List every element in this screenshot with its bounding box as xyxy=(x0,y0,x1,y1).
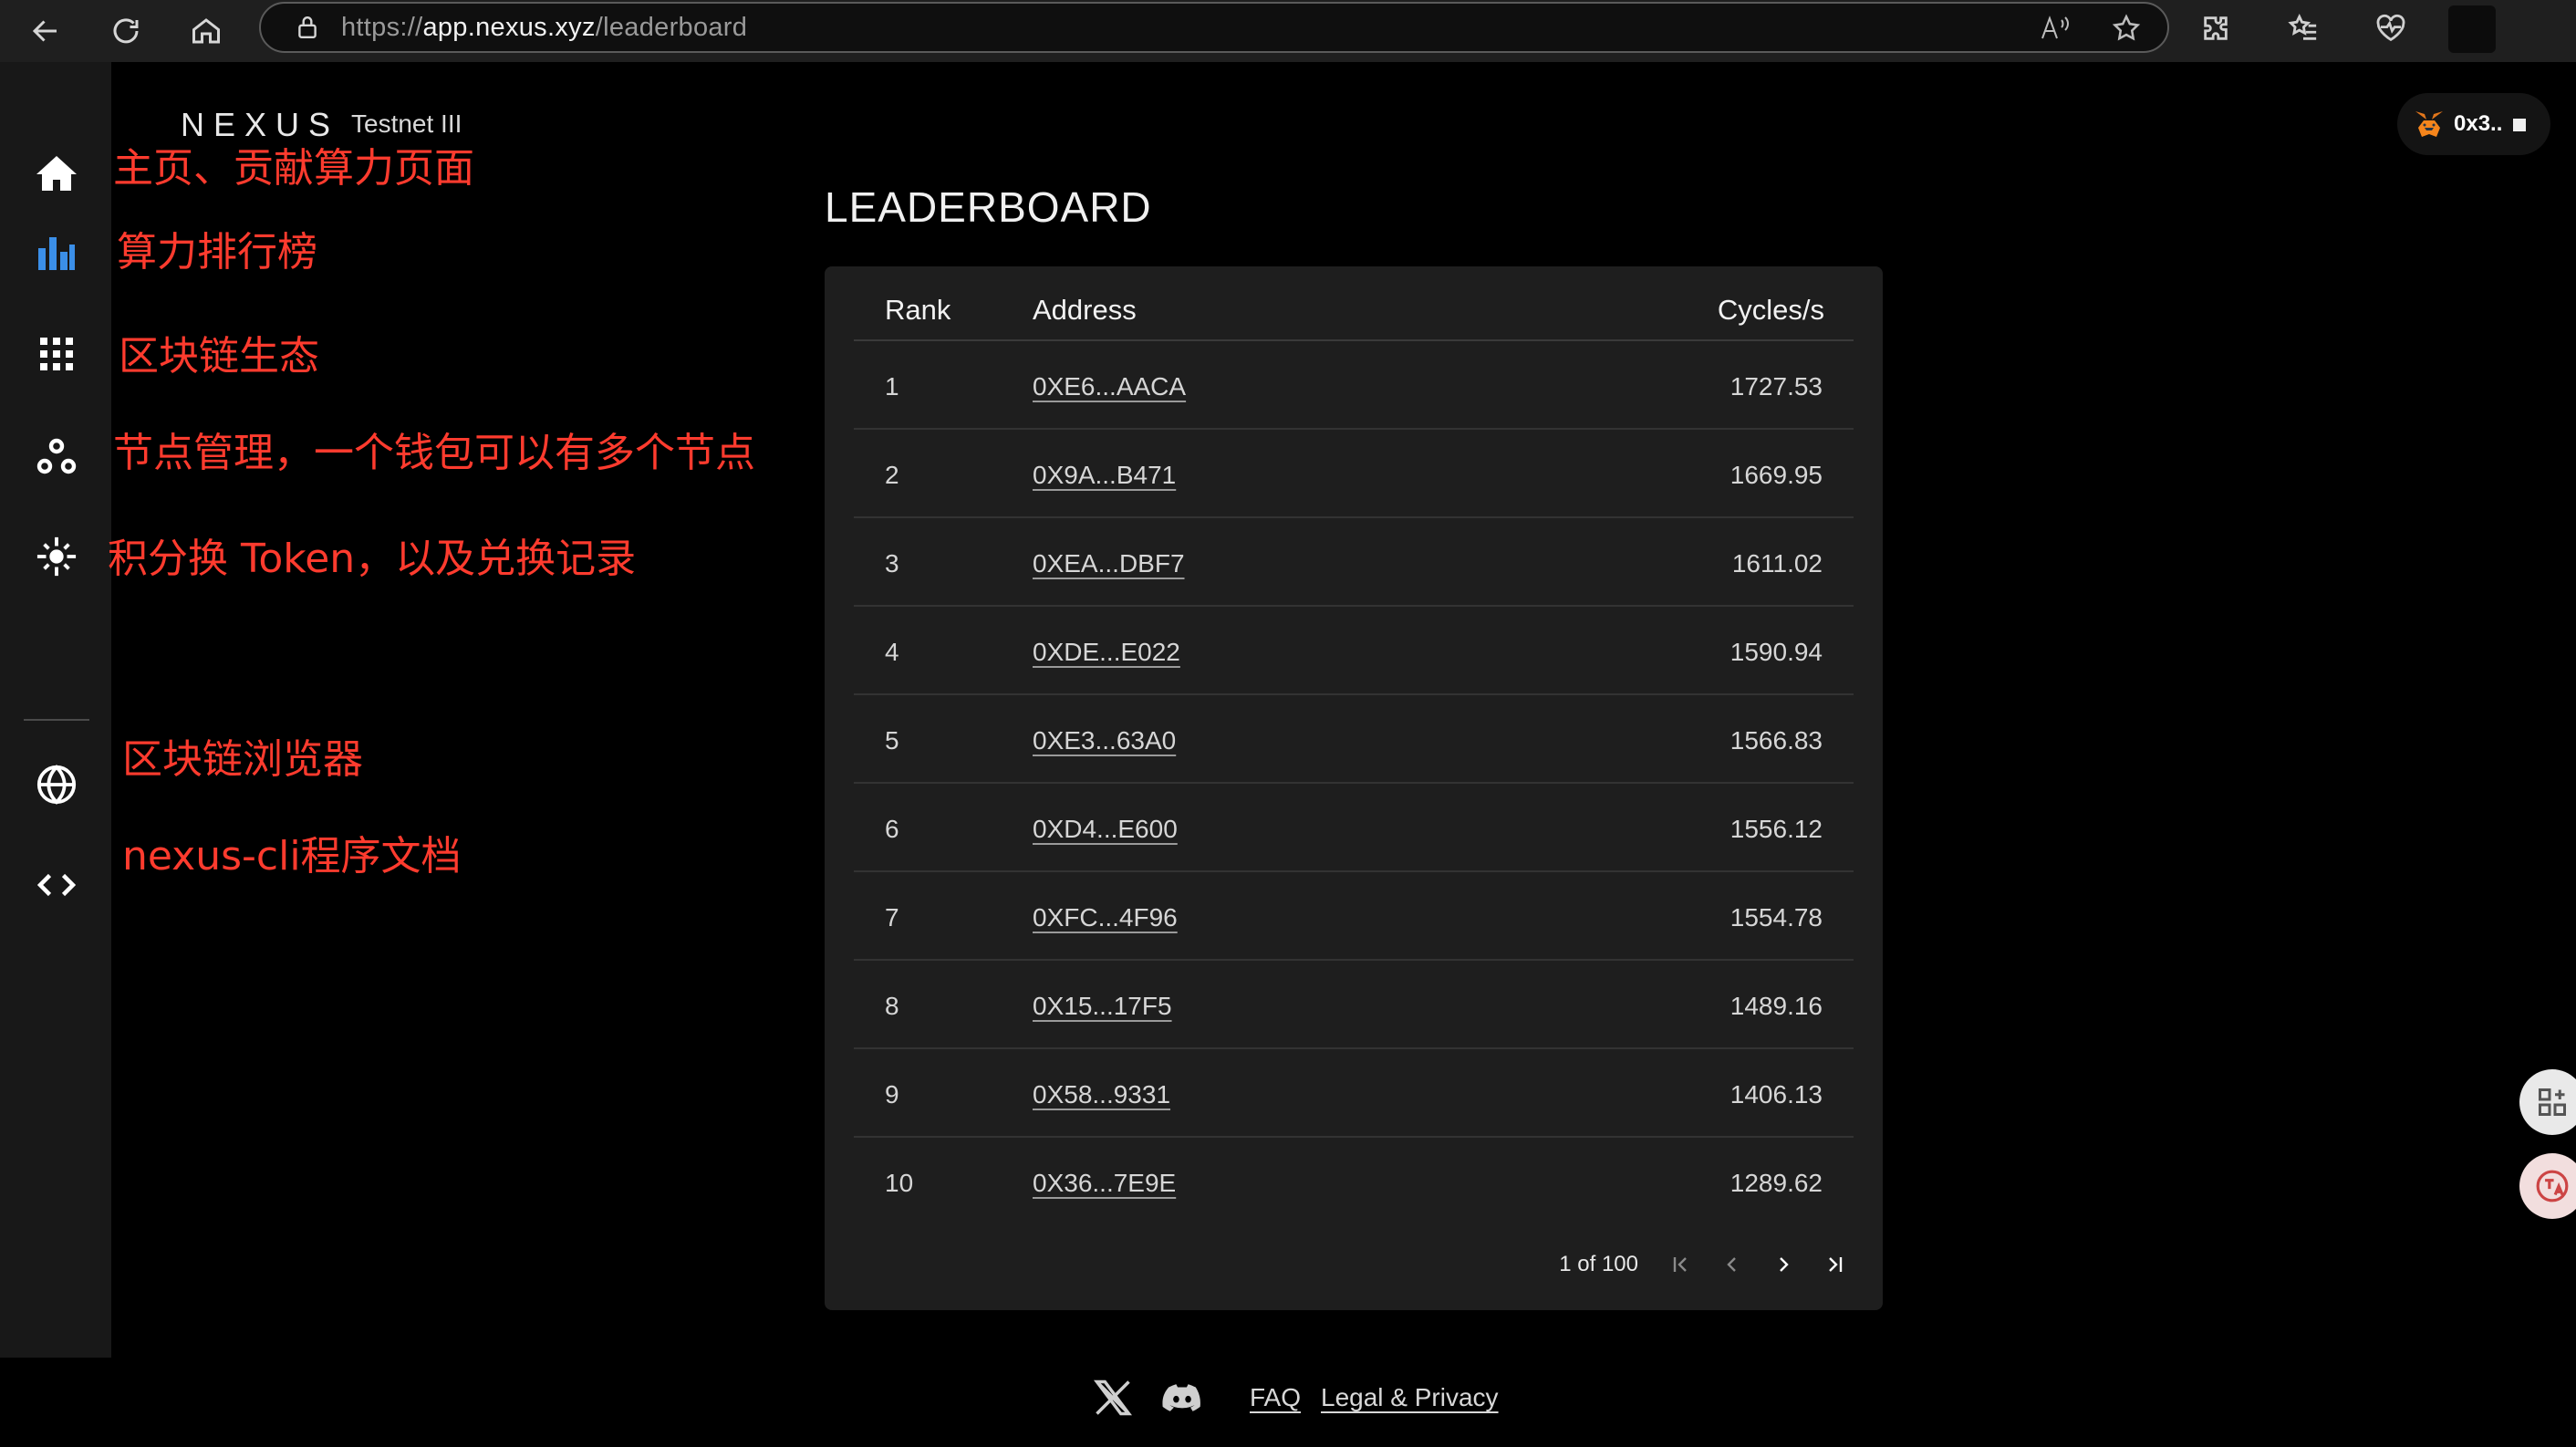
extensions-puzzle-icon[interactable] xyxy=(2198,11,2233,46)
footer: FAQ Legal & Privacy xyxy=(1091,1376,1499,1420)
row-rank: 1 xyxy=(885,372,899,401)
row-cycles: 1566.83 xyxy=(1729,726,1823,755)
brand-logo[interactable]: NEXUS xyxy=(181,106,339,144)
table-row: 1 0XE6...AACA 1727.53 xyxy=(854,341,1854,430)
row-rank: 10 xyxy=(885,1169,914,1197)
row-rank: 2 xyxy=(885,461,899,489)
table-row: 4 0XDE...E022 1590.94 xyxy=(854,607,1854,695)
table-row: 8 0X15...17F5 1489.16 xyxy=(854,961,1854,1049)
page-title: LEADERBOARD xyxy=(825,183,1152,231)
favorite-star-icon[interactable] xyxy=(2109,11,2144,46)
annotation-nodes: 节点管理，一个钱包可以有多个节点 xyxy=(113,430,755,476)
annotation-explorer: 区块链浏览器 xyxy=(122,736,363,783)
row-address-link[interactable]: 0XDE...E022 xyxy=(1033,638,1180,667)
pagination-text: 1 of 100 xyxy=(1559,1252,1638,1276)
row-cycles: 1489.16 xyxy=(1729,992,1823,1020)
row-rank: 8 xyxy=(885,992,899,1020)
table-row: 9 0X58...9331 1406.13 xyxy=(854,1049,1854,1138)
table-row: 10 0X36...7E9E 1289.62 xyxy=(854,1138,1854,1226)
legal-privacy-link[interactable]: Legal & Privacy xyxy=(1321,1383,1499,1412)
last-page-icon[interactable] xyxy=(1823,1253,1846,1276)
table-row: 2 0X9A...B471 1669.95 xyxy=(854,430,1854,518)
leaderboard-bar-chart-icon[interactable] xyxy=(29,224,84,279)
table-row: 6 0XD4...E600 1556.12 xyxy=(854,784,1854,872)
row-address-link[interactable]: 0XEA...DBF7 xyxy=(1033,549,1185,578)
table-row: 3 0XEA...DBF7 1611.02 xyxy=(854,518,1854,607)
sidebar xyxy=(0,62,111,1358)
faq-link[interactable]: FAQ xyxy=(1250,1383,1301,1412)
code-brackets-icon[interactable] xyxy=(29,858,84,912)
prev-page-icon[interactable] xyxy=(1720,1253,1744,1276)
col-address-header: Address xyxy=(1033,294,1137,326)
row-cycles: 1289.62 xyxy=(1729,1169,1823,1197)
row-cycles: 1611.02 xyxy=(1731,549,1823,578)
table-row: 5 0XE3...63A0 1566.83 xyxy=(854,695,1854,784)
annotation-ecosystem: 区块链生态 xyxy=(119,333,319,380)
translate-icon[interactable] xyxy=(2519,1153,2576,1219)
table-row: 7 0XFC...4F96 1554.78 xyxy=(854,872,1854,961)
home-browser-icon[interactable] xyxy=(184,9,228,53)
pagination: 1 of 100 xyxy=(1559,1252,1846,1277)
wallet-address: 0x3.. xyxy=(2454,111,2503,136)
wallet-button[interactable]: 0x3.. xyxy=(2397,93,2550,155)
row-address-link[interactable]: 0XE6...AACA xyxy=(1033,372,1186,401)
row-address-link[interactable]: 0XFC...4F96 xyxy=(1033,903,1178,932)
table-header: Rank Address Cycles/s xyxy=(854,266,1854,341)
x-twitter-icon[interactable] xyxy=(1091,1376,1135,1420)
row-address-link[interactable]: 0XD4...E600 xyxy=(1033,815,1178,844)
home-icon[interactable] xyxy=(29,146,84,201)
brand-subtitle: Testnet III xyxy=(351,109,462,138)
first-page-icon[interactable] xyxy=(1669,1253,1693,1276)
row-rank: 3 xyxy=(885,549,899,578)
row-cycles: 1406.13 xyxy=(1729,1080,1823,1109)
url-domain: app.nexus.xyz xyxy=(422,12,596,42)
favorites-list-icon[interactable] xyxy=(2286,11,2321,46)
url-path: /leaderboard xyxy=(595,12,748,42)
url-text[interactable]: https://app.nexus.xyz/leaderboard xyxy=(341,13,747,43)
nodes-icon[interactable] xyxy=(29,430,84,484)
read-aloud-icon[interactable] xyxy=(2038,11,2072,46)
back-arrow-icon[interactable] xyxy=(24,9,68,53)
url-prefix: https:// xyxy=(341,12,423,42)
annotation-docs: nexus-cli程序文档 xyxy=(122,833,462,880)
sidebar-divider xyxy=(24,719,89,721)
row-rank: 6 xyxy=(885,815,899,843)
rewards-sparkle-icon[interactable] xyxy=(29,529,84,584)
profile-avatar[interactable] xyxy=(2448,5,2496,53)
row-address-link[interactable]: 0X15...17F5 xyxy=(1033,992,1172,1021)
row-rank: 5 xyxy=(885,726,899,755)
discord-icon[interactable] xyxy=(1160,1376,1204,1420)
browser-essentials-heart-icon[interactable] xyxy=(2373,11,2408,46)
row-cycles: 1590.94 xyxy=(1729,638,1823,666)
next-page-icon[interactable] xyxy=(1771,1253,1795,1276)
row-rank: 9 xyxy=(885,1080,899,1109)
refresh-icon[interactable] xyxy=(104,9,148,53)
row-rank: 4 xyxy=(885,638,899,666)
row-cycles: 1669.95 xyxy=(1729,461,1823,489)
annotation-leaderboard: 算力排行榜 xyxy=(117,229,317,276)
globe-icon[interactable] xyxy=(29,757,84,812)
address-bar[interactable]: https://app.nexus.xyz/leaderboard xyxy=(259,2,2169,53)
metamask-fox-icon xyxy=(2415,111,2443,137)
row-cycles: 1554.78 xyxy=(1729,903,1823,932)
leaderboard-table: Rank Address Cycles/s 1 0XE6...AACA 1727.5… xyxy=(854,266,1854,1226)
lock-icon[interactable] xyxy=(294,14,321,41)
row-address-link[interactable]: 0XE3...63A0 xyxy=(1033,726,1176,755)
col-cycles-header: Cycles/s xyxy=(1717,294,1824,326)
wallet-status-icon xyxy=(2513,119,2527,131)
row-address-link[interactable]: 0X36...7E9E xyxy=(1033,1169,1176,1198)
row-cycles: 1556.12 xyxy=(1729,815,1823,843)
leaderboard-card: Rank Address Cycles/s 1 0XE6...AACA 1727.5… xyxy=(825,266,1883,1310)
row-cycles: 1727.53 xyxy=(1729,372,1823,401)
row-address-link[interactable]: 0X9A...B471 xyxy=(1033,461,1176,490)
row-rank: 7 xyxy=(885,903,899,932)
browser-toolbar: https://app.nexus.xyz/leaderboard xyxy=(0,0,2576,62)
row-address-link[interactable]: 0X58...9331 xyxy=(1033,1080,1170,1109)
apps-grid-icon[interactable] xyxy=(29,327,84,381)
annotation-rewards: 积分换 Token，以及兑换记录 xyxy=(108,536,637,582)
sidebar-apps-icon[interactable] xyxy=(2519,1069,2576,1135)
col-rank-header: Rank xyxy=(885,294,951,326)
